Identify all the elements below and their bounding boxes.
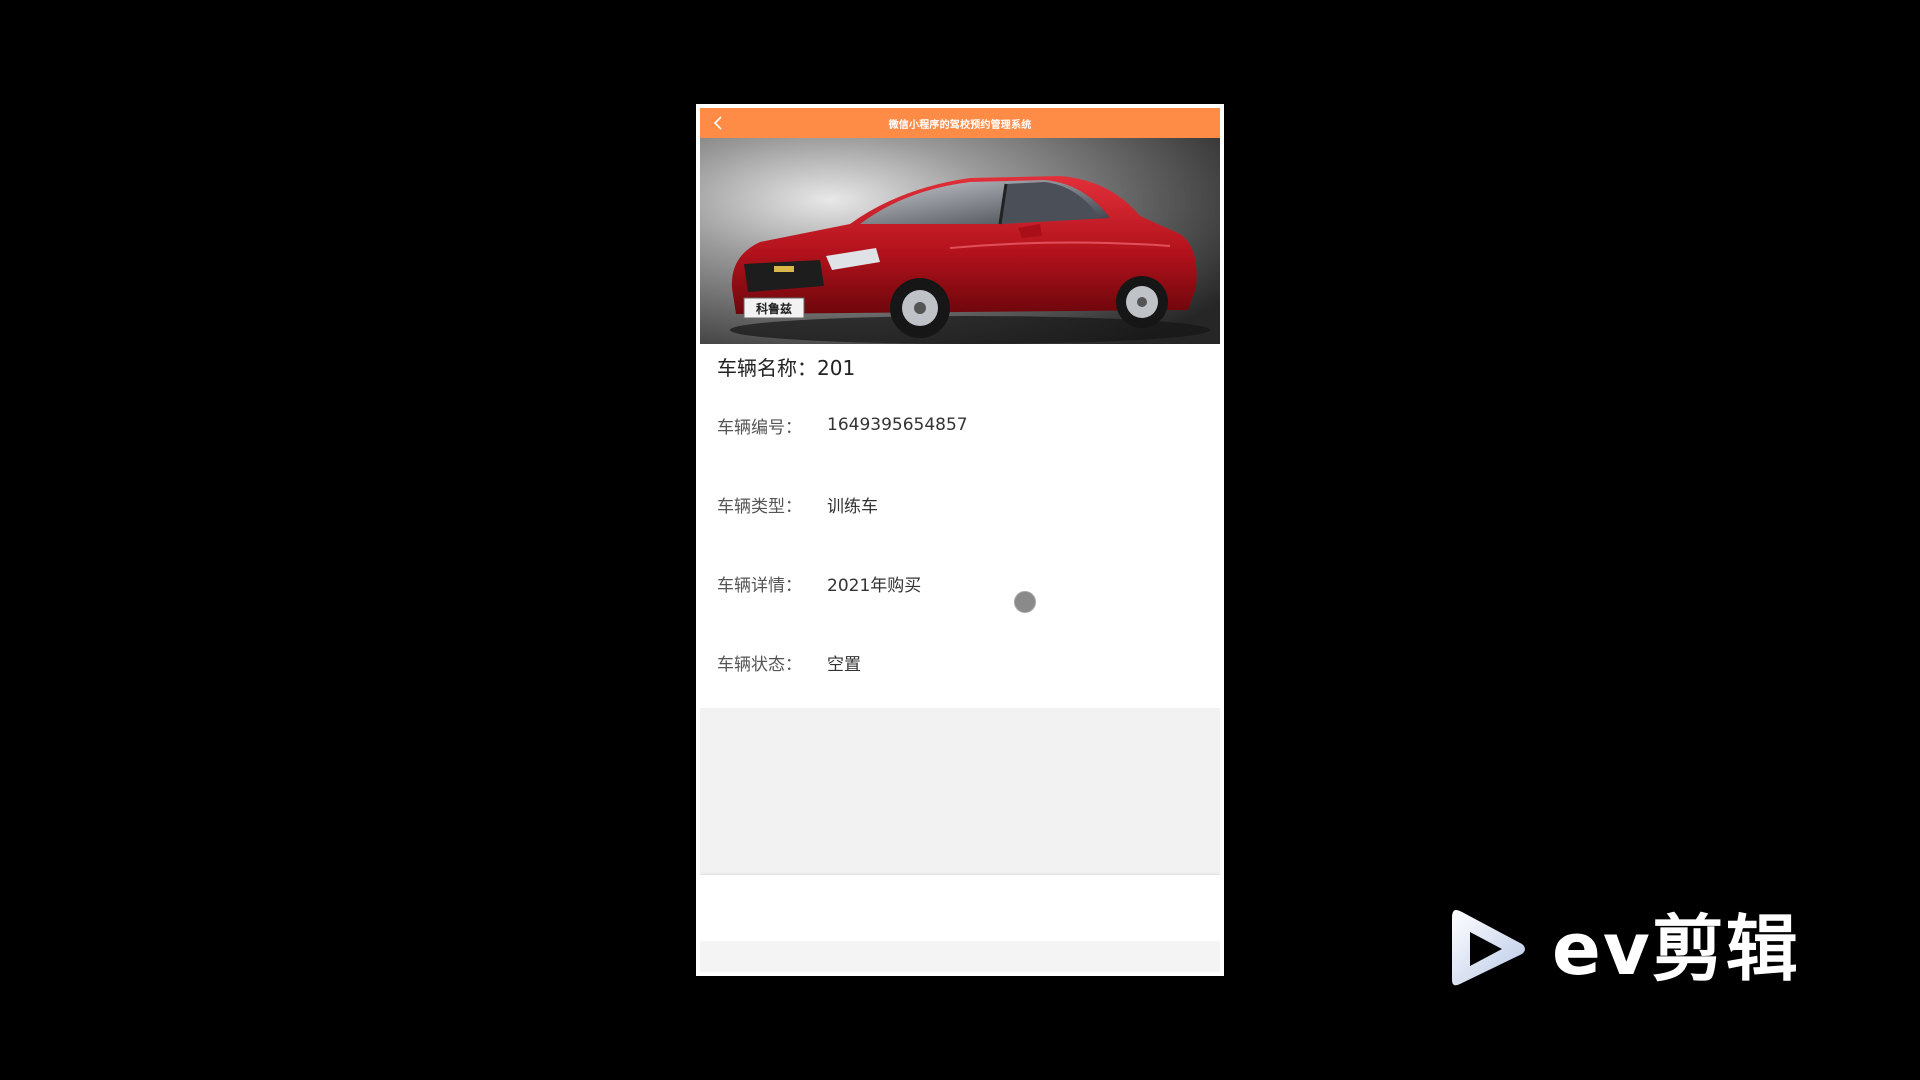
chevron-left-icon [713,116,722,130]
vehicle-name: 车辆名称：201 [717,352,855,381]
vehicle-details: 车辆名称：201 车辆编号： 1649395654857 车辆类型： 训练车 车… [700,344,1220,708]
vehicle-status-value: 空置 [827,654,861,675]
mini-program-page: 微信小程序的驾校预约管理系统 科鲁兹 车辆名称：201 车辆编号： 164939… [700,108,1220,972]
phone-frame: 微信小程序的驾校预约管理系统 科鲁兹 车辆名称：201 车辆编号： 164939… [696,104,1224,976]
play-logo-icon [1452,910,1525,986]
back-button[interactable] [708,113,728,133]
watermark-text: ev剪辑 [1552,907,1800,991]
ev-watermark: ev剪辑 [1448,904,1828,994]
vehicle-status-label: 车辆状态： [717,654,802,675]
vehicle-type-value: 训练车 [827,496,878,517]
navigation-bar: 微信小程序的驾校预约管理系统 [700,108,1220,138]
vehicle-detail-row: 车辆详情： 2021年购买 [717,570,921,596]
vehicle-detail-label: 车辆详情： [717,575,802,596]
vehicle-type-label: 车辆类型： [717,496,802,517]
vehicle-detail-value: 2021年购买 [827,575,922,596]
vehicle-number-row: 车辆编号： 1649395654857 [717,412,968,438]
bottom-safe-area [700,941,1220,972]
video-stage: 微信小程序的驾校预约管理系统 科鲁兹 车辆名称：201 车辆编号： 164939… [0,0,1920,1080]
vehicle-status-row: 车辆状态： 空置 [717,649,861,675]
bottom-action-bar[interactable] [700,874,1220,941]
vehicle-type-row: 车辆类型： 训练车 [717,491,878,517]
vehicle-name-label: 车辆名称： [717,356,817,380]
empty-content-area [700,708,1220,874]
vehicle-name-value: 201 [817,356,856,380]
vehicle-photo: 科鲁兹 [700,138,1220,344]
vehicle-number-label: 车辆编号： [717,417,802,438]
vehicle-number-value: 1649395654857 [827,415,968,435]
license-plate-text: 科鲁兹 [756,301,792,316]
page-title: 微信小程序的驾校预约管理系统 [888,119,1032,131]
touch-pointer-indicator [1014,591,1036,613]
